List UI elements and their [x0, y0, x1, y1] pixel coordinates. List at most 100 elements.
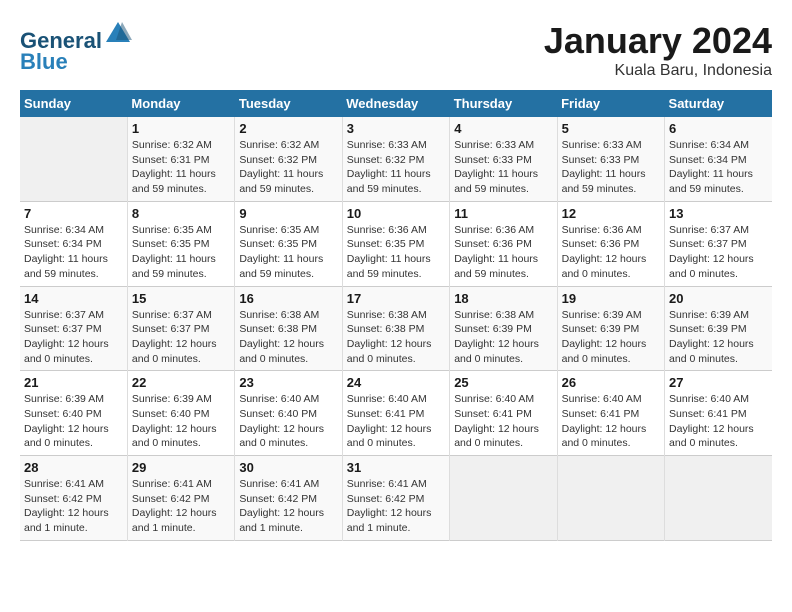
day-info: Sunrise: 6:36 AM Sunset: 6:36 PM Dayligh…: [454, 223, 552, 282]
day-number: 3: [347, 121, 445, 136]
day-number: 19: [562, 291, 660, 306]
day-info: Sunrise: 6:41 AM Sunset: 6:42 PM Dayligh…: [347, 477, 445, 536]
subtitle: Kuala Baru, Indonesia: [544, 62, 772, 80]
day-cell: 14Sunrise: 6:37 AM Sunset: 6:37 PM Dayli…: [20, 286, 127, 371]
day-cell: 8Sunrise: 6:35 AM Sunset: 6:35 PM Daylig…: [127, 201, 234, 286]
day-cell: 6Sunrise: 6:34 AM Sunset: 6:34 PM Daylig…: [665, 117, 772, 201]
day-cell: 30 Sunrise: 6:41 AM Sunset: 6:42 PM Dayli…: [235, 456, 342, 541]
day-number: 7: [24, 206, 123, 221]
day-info: Sunrise: 6:32 AM Sunset: 6:31 PM Dayligh…: [132, 138, 230, 197]
day-info: Sunrise: 6:36 AM Sunset: 6:35 PM Dayligh…: [347, 223, 445, 282]
day-number: 26: [562, 375, 660, 390]
logo-icon: [104, 20, 132, 48]
day-number: 12: [562, 206, 660, 221]
calendar-header-row: SundayMondayTuesdayWednesdayThursdayFrid…: [20, 90, 772, 117]
day-info: Sunrise: 6:36 AM Sunset: 6:36 PM Dayligh…: [562, 223, 660, 282]
day-info: Sunrise: 6:32 AM Sunset: 6:32 PM Dayligh…: [239, 138, 337, 197]
day-info: Sunrise: 6:38 AM Sunset: 6:38 PM Dayligh…: [347, 308, 445, 367]
day-cell: 1 Sunrise: 6:32 AM Sunset: 6:31 PM Daylig…: [127, 117, 234, 201]
day-number: 21: [24, 375, 123, 390]
day-cell: [665, 456, 772, 541]
day-number: 5: [562, 121, 660, 136]
day-cell: 27Sunrise: 6:40 AM Sunset: 6:41 PM Dayli…: [665, 371, 772, 456]
header-saturday: Saturday: [665, 90, 772, 117]
day-info: Sunrise: 6:40 AM Sunset: 6:41 PM Dayligh…: [669, 392, 768, 451]
day-info: Sunrise: 6:40 AM Sunset: 6:41 PM Dayligh…: [562, 392, 660, 451]
day-number: 25: [454, 375, 552, 390]
day-number: 8: [132, 206, 230, 221]
day-number: 24: [347, 375, 445, 390]
day-cell: 15Sunrise: 6:37 AM Sunset: 6:37 PM Dayli…: [127, 286, 234, 371]
day-cell: 17Sunrise: 6:38 AM Sunset: 6:38 PM Dayli…: [342, 286, 449, 371]
header-thursday: Thursday: [450, 90, 557, 117]
day-cell: 10 Sunrise: 6:36 AM Sunset: 6:35 PM Dayli…: [342, 201, 449, 286]
week-row-3: 14 Sunrise: 6:37 AM Sunset: 6:37 PM Dayli…: [20, 286, 772, 371]
day-cell: [557, 456, 664, 541]
week-row-1: 1 Sunrise: 6:32 AM Sunset: 6:31 PM Daylig…: [20, 117, 772, 201]
day-cell: 18 Sunrise: 6:38 AM Sunset: 6:39 PM Dayli…: [450, 286, 557, 371]
day-number: 14: [24, 291, 123, 306]
day-number: 18: [454, 291, 552, 306]
day-cell: 11 Sunrise: 6:36 AM Sunset: 6:36 PM Dayli…: [450, 201, 557, 286]
day-cell: 23 Sunrise: 6:40 AM Sunset: 6:40 PM Dayli…: [235, 371, 342, 456]
title-area: January 2024 Kuala Baru, Indonesia: [544, 20, 772, 80]
week-row-4: 21 Sunrise: 6:39 AM Sunset: 6:40 PM Dayli…: [20, 371, 772, 456]
day-cell: 4Sunrise: 6:33 AM Sunset: 6:33 PM Daylig…: [450, 117, 557, 201]
header-monday: Monday: [127, 90, 234, 117]
day-number: 13: [669, 206, 768, 221]
day-cell: 3 Sunrise: 6:33 AM Sunset: 6:32 PM Daylig…: [342, 117, 449, 201]
day-cell: 20Sunrise: 6:39 AM Sunset: 6:39 PM Dayli…: [665, 286, 772, 371]
day-number: 20: [669, 291, 768, 306]
day-number: 6: [669, 121, 768, 136]
day-info: Sunrise: 6:37 AM Sunset: 6:37 PM Dayligh…: [669, 223, 768, 282]
day-info: Sunrise: 6:38 AM Sunset: 6:38 PM Dayligh…: [239, 308, 337, 367]
day-info: Sunrise: 6:33 AM Sunset: 6:33 PM Dayligh…: [562, 138, 660, 197]
day-info: Sunrise: 6:41 AM Sunset: 6:42 PM Dayligh…: [239, 477, 337, 536]
day-cell: 7 Sunrise: 6:34 AM Sunset: 6:34 PM Daylig…: [20, 201, 127, 286]
day-cell: 12 Sunrise: 6:36 AM Sunset: 6:36 PM Dayli…: [557, 201, 664, 286]
day-cell: 9 Sunrise: 6:35 AM Sunset: 6:35 PM Daylig…: [235, 201, 342, 286]
day-number: 2: [239, 121, 337, 136]
day-number: 30: [239, 460, 337, 475]
day-cell: 21 Sunrise: 6:39 AM Sunset: 6:40 PM Dayli…: [20, 371, 127, 456]
day-cell: 29 Sunrise: 6:41 AM Sunset: 6:42 PM Dayli…: [127, 456, 234, 541]
day-cell: 2 Sunrise: 6:32 AM Sunset: 6:32 PM Daylig…: [235, 117, 342, 201]
day-number: 10: [347, 206, 445, 221]
day-info: Sunrise: 6:34 AM Sunset: 6:34 PM Dayligh…: [24, 223, 123, 282]
day-number: 9: [239, 206, 337, 221]
header-sunday: Sunday: [20, 90, 127, 117]
day-number: 16: [239, 291, 337, 306]
day-info: Sunrise: 6:33 AM Sunset: 6:32 PM Dayligh…: [347, 138, 445, 197]
day-info: Sunrise: 6:41 AM Sunset: 6:42 PM Dayligh…: [24, 477, 123, 536]
day-cell: 16 Sunrise: 6:38 AM Sunset: 6:38 PM Dayli…: [235, 286, 342, 371]
day-info: Sunrise: 6:35 AM Sunset: 6:35 PM Dayligh…: [239, 223, 337, 282]
day-info: Sunrise: 6:39 AM Sunset: 6:39 PM Dayligh…: [562, 308, 660, 367]
day-cell: 5 Sunrise: 6:33 AM Sunset: 6:33 PM Daylig…: [557, 117, 664, 201]
day-info: Sunrise: 6:40 AM Sunset: 6:40 PM Dayligh…: [239, 392, 337, 451]
day-cell: [450, 456, 557, 541]
day-number: 31: [347, 460, 445, 475]
day-info: Sunrise: 6:41 AM Sunset: 6:42 PM Dayligh…: [132, 477, 230, 536]
day-number: 22: [132, 375, 230, 390]
day-number: 1: [132, 121, 230, 136]
day-number: 28: [24, 460, 123, 475]
day-number: 4: [454, 121, 552, 136]
day-cell: 26 Sunrise: 6:40 AM Sunset: 6:41 PM Dayli…: [557, 371, 664, 456]
day-cell: [20, 117, 127, 201]
day-info: Sunrise: 6:38 AM Sunset: 6:39 PM Dayligh…: [454, 308, 552, 367]
header-friday: Friday: [557, 90, 664, 117]
day-number: 29: [132, 460, 230, 475]
logo: General Blue: [20, 20, 132, 75]
day-number: 11: [454, 206, 552, 221]
day-number: 23: [239, 375, 337, 390]
day-info: Sunrise: 6:39 AM Sunset: 6:40 PM Dayligh…: [24, 392, 123, 451]
day-info: Sunrise: 6:39 AM Sunset: 6:40 PM Dayligh…: [132, 392, 230, 451]
day-info: Sunrise: 6:40 AM Sunset: 6:41 PM Dayligh…: [454, 392, 552, 451]
day-cell: 28 Sunrise: 6:41 AM Sunset: 6:42 PM Dayli…: [20, 456, 127, 541]
header-tuesday: Tuesday: [235, 90, 342, 117]
day-info: Sunrise: 6:40 AM Sunset: 6:41 PM Dayligh…: [347, 392, 445, 451]
week-row-2: 7 Sunrise: 6:34 AM Sunset: 6:34 PM Daylig…: [20, 201, 772, 286]
page-header: General Blue January 2024 Kuala Baru, In…: [20, 20, 772, 80]
main-title: January 2024: [544, 20, 772, 62]
day-info: Sunrise: 6:37 AM Sunset: 6:37 PM Dayligh…: [132, 308, 230, 367]
